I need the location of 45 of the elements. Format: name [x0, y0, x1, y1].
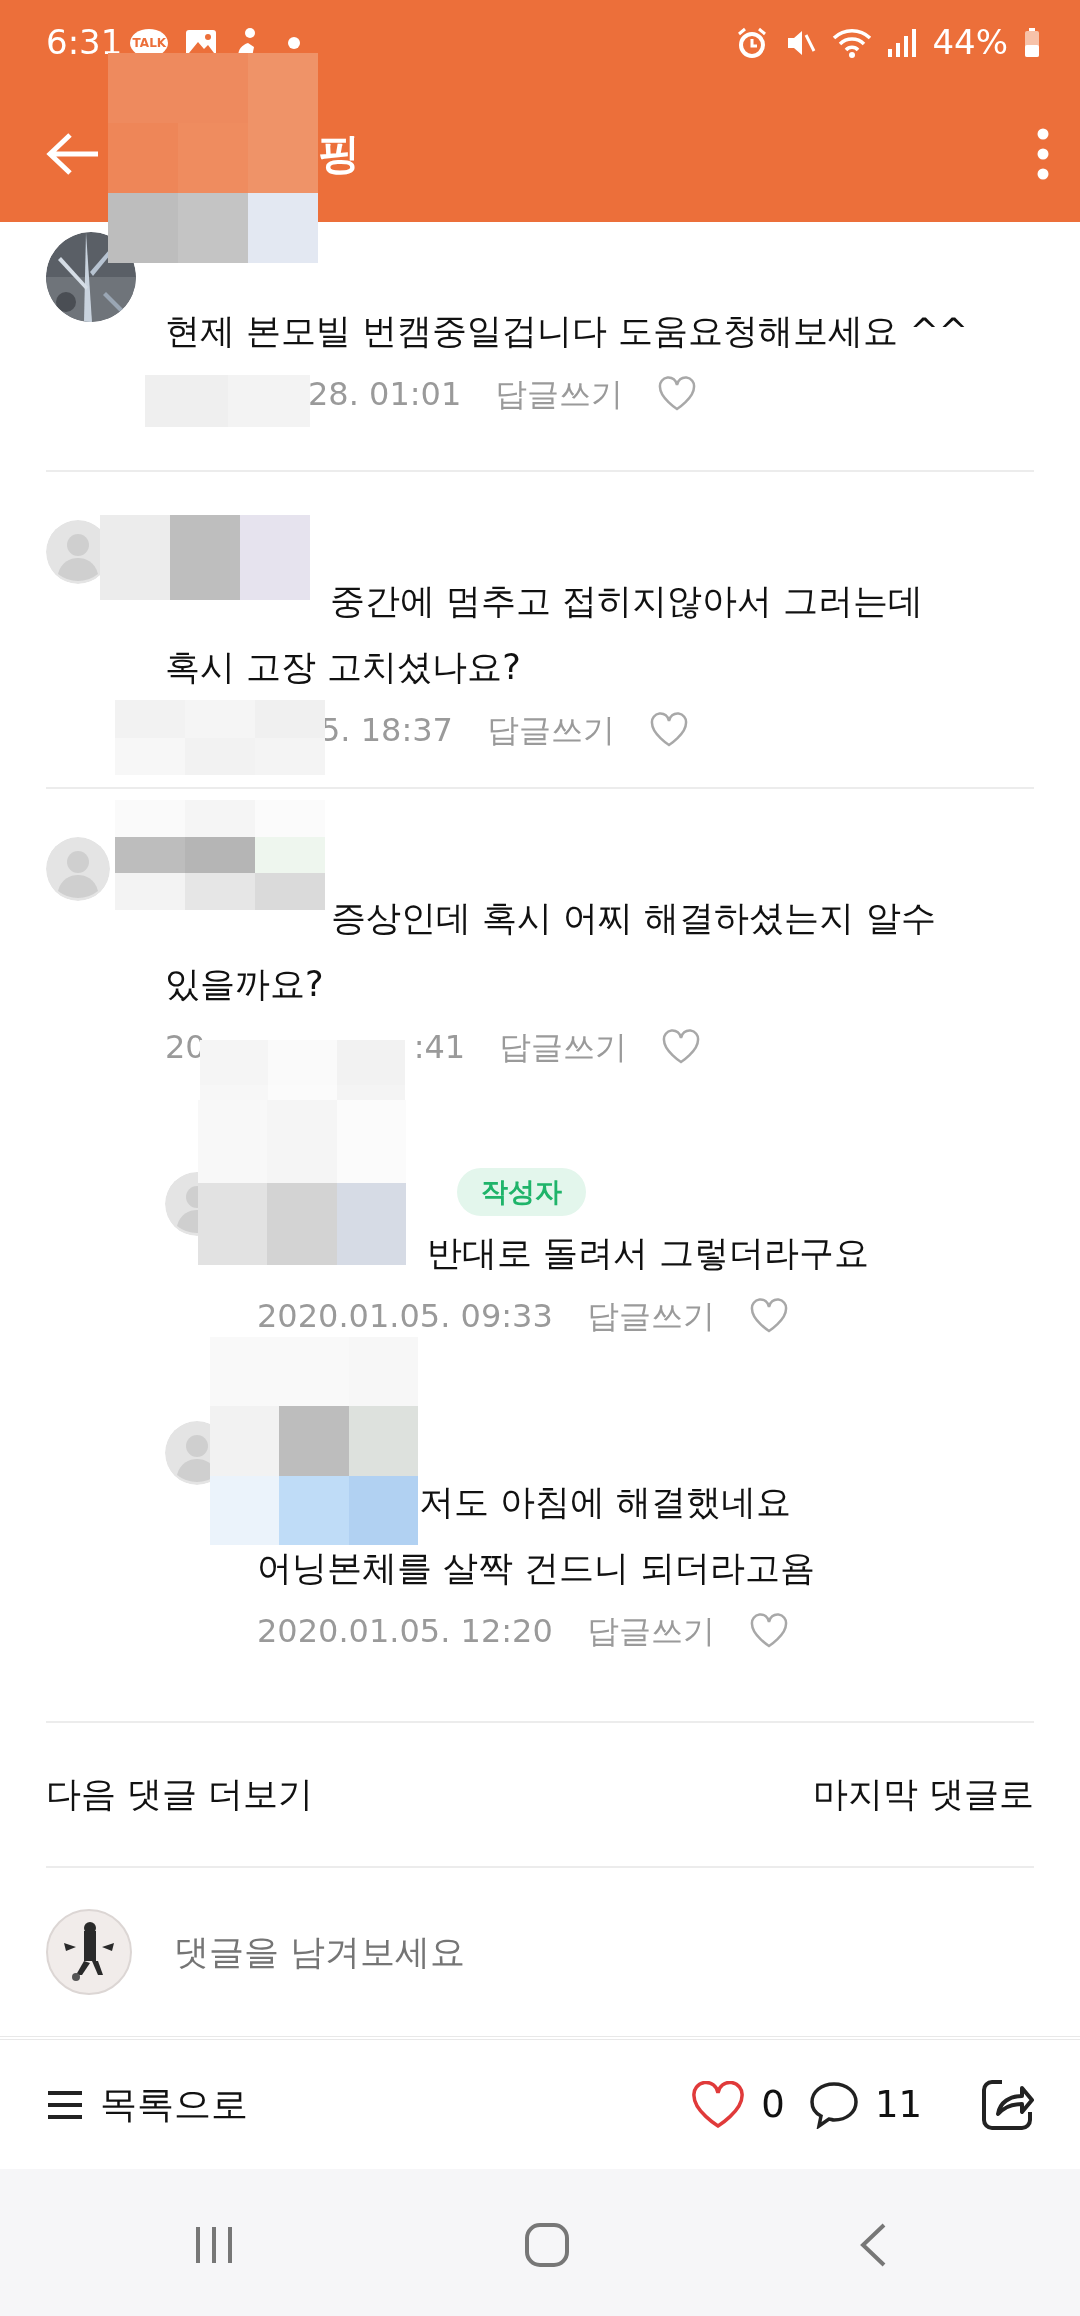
signal-icon — [888, 26, 917, 59]
battery-icon — [1024, 27, 1040, 58]
heart-icon[interactable] — [748, 1298, 789, 1334]
more-options-icon[interactable] — [1036, 126, 1050, 181]
page-title: 핑 — [318, 128, 360, 180]
comment-date: 2020.01.05. 09:33 — [257, 1296, 553, 1337]
comment-text: 중간에 멈추고 접히지않아서 그러는데 — [329, 580, 925, 623]
alarm-icon — [736, 26, 769, 59]
last-comment-link[interactable]: 마지막 댓글로 — [812, 1768, 1034, 1821]
comment-input[interactable]: 댓글을 남겨보세요 — [172, 1924, 772, 1980]
back-icon[interactable] — [858, 2221, 888, 2268]
comment-date: :41 — [413, 1027, 466, 1068]
heart-icon[interactable] — [648, 712, 689, 748]
wifi-icon — [832, 26, 873, 59]
menu-icon[interactable] — [46, 2089, 84, 2120]
comment-text: 현제 본모빌 번캠중일겁니다 도움요청해보세요 ^^ — [165, 310, 970, 353]
comment-count: 11 — [874, 2081, 922, 2128]
comment-text: 저도 아침에 해결했네요 — [418, 1481, 793, 1524]
heart-icon[interactable] — [691, 2080, 746, 2129]
reply-link[interactable]: 답글쓰기 — [586, 1292, 715, 1340]
reply-link[interactable]: 답글쓰기 — [495, 370, 624, 418]
comment-date: 28. 01:01 — [308, 374, 462, 415]
heart-icon[interactable] — [661, 1029, 702, 1065]
more-comments-link[interactable]: 다음 댓글 더보기 — [46, 1768, 314, 1821]
status-time: 6:31 — [46, 21, 123, 64]
comment-text: 어닝본체를 살짝 건드니 되더라고욤 — [257, 1547, 817, 1590]
list-link[interactable]: 목록으로 — [100, 2076, 248, 2133]
dot-icon — [288, 36, 301, 49]
reply-link[interactable]: 답글쓰기 — [586, 1607, 715, 1655]
speech-bubble-icon[interactable] — [808, 2080, 859, 2129]
comment-text: 있을까요? — [165, 963, 325, 1006]
comment-date: 2020.01.05. 12:20 — [257, 1611, 553, 1652]
battery-level: 44% — [932, 21, 1008, 64]
home-icon[interactable] — [524, 2221, 570, 2268]
back-arrow-icon[interactable] — [46, 131, 100, 176]
comment-text: 반대로 돌려서 그렇더라구요 — [426, 1232, 871, 1275]
share-icon[interactable] — [980, 2077, 1034, 2132]
like-count: 0 — [761, 2081, 785, 2128]
comment-text: 혹시 고장 고치셨나요? — [165, 646, 522, 689]
heart-icon[interactable] — [657, 376, 698, 412]
reply-link[interactable]: 답글쓰기 — [499, 1023, 628, 1071]
reply-link[interactable]: 답글쓰기 — [486, 706, 615, 754]
heart-icon[interactable] — [748, 1613, 789, 1649]
author-badge: 작성자 — [457, 1167, 586, 1217]
comment-text: 증상인데 혹시 어찌 해결하셨는지 알수 — [330, 897, 937, 940]
